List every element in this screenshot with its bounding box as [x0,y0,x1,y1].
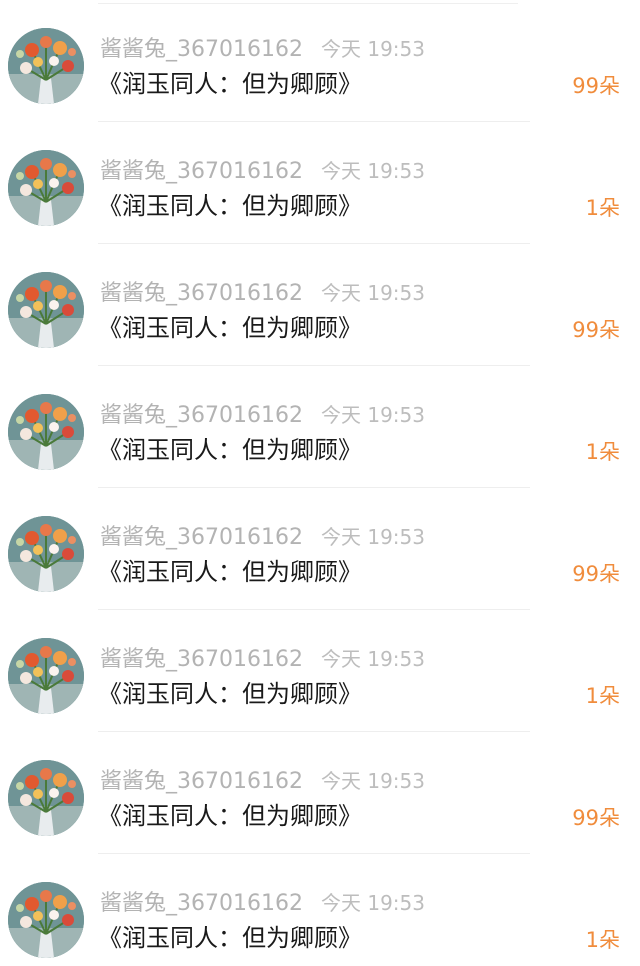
list-item[interactable]: 酱酱兔_367016162 今天 19:53 《润玉同人：但为卿顾》 99朵 [0,244,640,366]
flower-count: 1朵 [585,196,620,220]
avatar[interactable] [8,638,84,714]
timestamp: 今天 19:53 [320,159,425,183]
avatar[interactable] [8,516,84,592]
flower-count: 99朵 [572,318,620,342]
timestamp: 今天 19:53 [320,647,425,671]
flower-bouquet-avatar-image [8,638,84,714]
flower-bouquet-avatar-image [8,882,84,958]
flower-count: 1朵 [585,928,620,952]
username[interactable]: 酱酱兔_367016162 [100,37,303,62]
book-title-link[interactable]: 《润玉同人：但为卿顾》 [98,922,362,954]
flower-bouquet-avatar-image [8,516,84,592]
book-title-link[interactable]: 《润玉同人：但为卿顾》 [98,556,362,588]
record-meta: 酱酱兔_367016162 今天 19:53 [100,768,425,794]
record-meta: 酱酱兔_367016162 今天 19:53 [100,280,425,306]
flower-bouquet-avatar-image [8,150,84,226]
username[interactable]: 酱酱兔_367016162 [100,403,303,428]
username[interactable]: 酱酱兔_367016162 [100,891,303,916]
avatar[interactable] [8,882,84,958]
username[interactable]: 酱酱兔_367016162 [100,647,303,672]
flower-count: 99朵 [572,562,620,586]
username[interactable]: 酱酱兔_367016162 [100,525,303,550]
list-item[interactable]: 酱酱兔_367016162 今天 19:53 《润玉同人：但为卿顾》 1朵 [0,854,640,966]
avatar[interactable] [8,760,84,836]
list-item[interactable]: 酱酱兔_367016162 今天 19:53 《润玉同人：但为卿顾》 99朵 [0,0,640,122]
list-item[interactable]: 酱酱兔_367016162 今天 19:53 《润玉同人：但为卿顾》 99朵 [0,488,640,610]
book-title-link[interactable]: 《润玉同人：但为卿顾》 [98,434,362,466]
book-title-link[interactable]: 《润玉同人：但为卿顾》 [98,678,362,710]
flower-bouquet-avatar-image [8,394,84,470]
flower-count: 99朵 [572,806,620,830]
avatar[interactable] [8,150,84,226]
timestamp: 今天 19:53 [320,769,425,793]
flower-count: 1朵 [585,440,620,464]
flower-bouquet-avatar-image [8,28,84,104]
avatar[interactable] [8,272,84,348]
timestamp: 今天 19:53 [320,281,425,305]
flower-bouquet-avatar-image [8,272,84,348]
timestamp: 今天 19:53 [320,403,425,427]
avatar[interactable] [8,394,84,470]
timestamp: 今天 19:53 [320,37,425,61]
record-meta: 酱酱兔_367016162 今天 19:53 [100,524,425,550]
record-meta: 酱酱兔_367016162 今天 19:53 [100,36,425,62]
flower-bouquet-avatar-image [8,760,84,836]
record-meta: 酱酱兔_367016162 今天 19:53 [100,890,425,916]
record-meta: 酱酱兔_367016162 今天 19:53 [100,646,425,672]
timestamp: 今天 19:53 [320,891,425,915]
book-title-link[interactable]: 《润玉同人：但为卿顾》 [98,190,362,222]
book-title-link[interactable]: 《润玉同人：但为卿顾》 [98,800,362,832]
flower-count: 99朵 [572,74,620,98]
timestamp: 今天 19:53 [320,525,425,549]
list-item[interactable]: 酱酱兔_367016162 今天 19:53 《润玉同人：但为卿顾》 1朵 [0,610,640,732]
username[interactable]: 酱酱兔_367016162 [100,281,303,306]
avatar[interactable] [8,28,84,104]
book-title-link[interactable]: 《润玉同人：但为卿顾》 [98,312,362,344]
username[interactable]: 酱酱兔_367016162 [100,159,303,184]
username[interactable]: 酱酱兔_367016162 [100,769,303,794]
list-item[interactable]: 酱酱兔_367016162 今天 19:53 《润玉同人：但为卿顾》 1朵 [0,366,640,488]
list-item[interactable]: 酱酱兔_367016162 今天 19:53 《润玉同人：但为卿顾》 99朵 [0,732,640,854]
book-title-link[interactable]: 《润玉同人：但为卿顾》 [98,68,362,100]
list-item[interactable]: 酱酱兔_367016162 今天 19:53 《润玉同人：但为卿顾》 1朵 [0,122,640,244]
flower-count: 1朵 [585,684,620,708]
record-meta: 酱酱兔_367016162 今天 19:53 [100,158,425,184]
record-meta: 酱酱兔_367016162 今天 19:53 [100,402,425,428]
